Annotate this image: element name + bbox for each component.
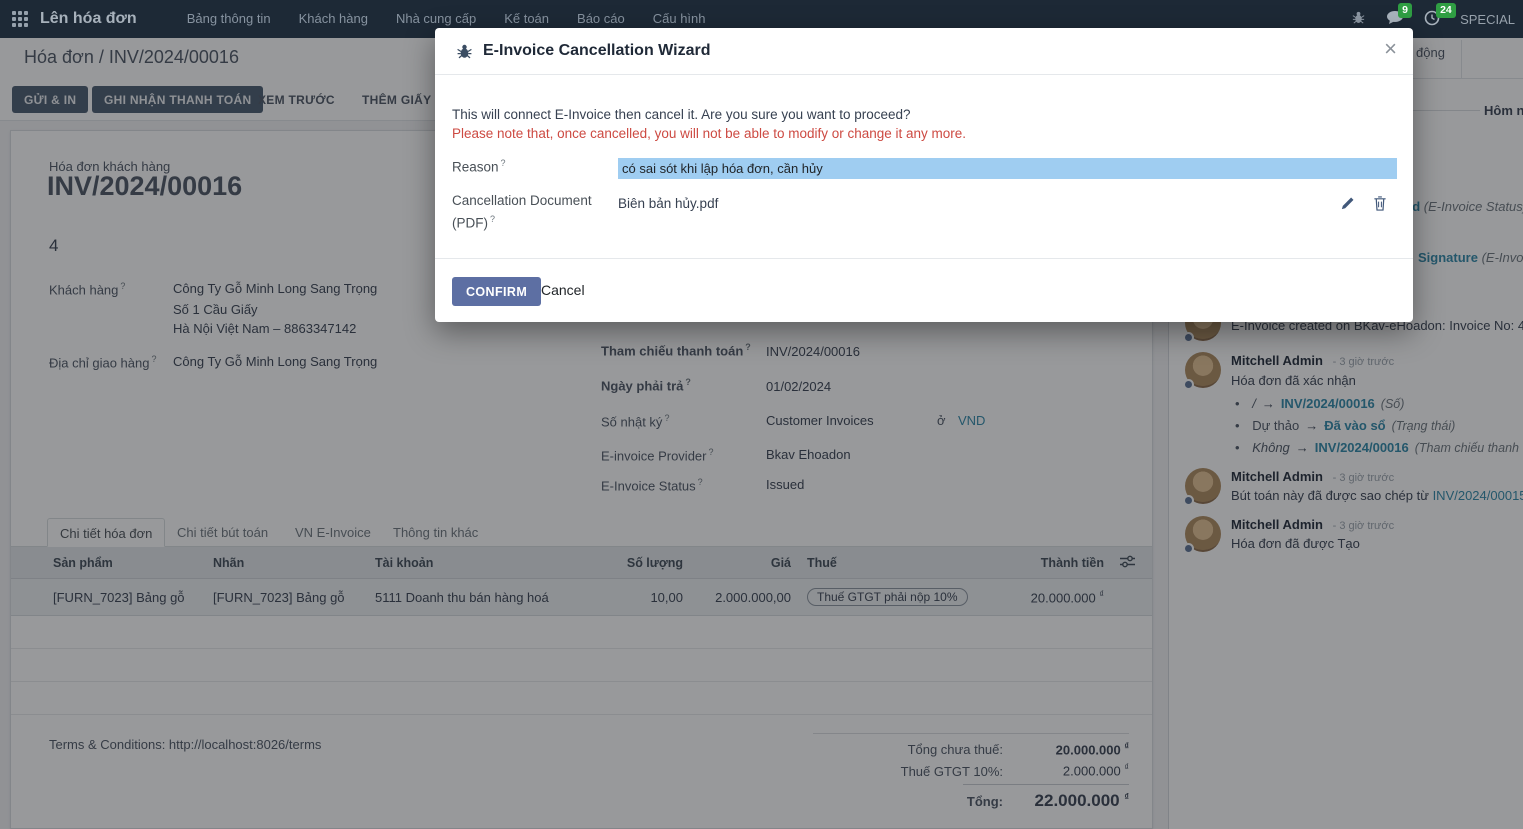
cancellation-document-value[interactable]: Biên bản hủy.pdf xyxy=(618,196,718,211)
modal-warning: Please note that, once cancelled, you wi… xyxy=(452,126,966,141)
confirm-button[interactable]: CONFIRM xyxy=(452,277,541,306)
activities-badge: 24 xyxy=(1436,3,1456,18)
debug-icon[interactable] xyxy=(1351,10,1366,28)
reason-label: Reason xyxy=(452,158,506,175)
user-menu[interactable]: SPECIAL xyxy=(1460,12,1515,27)
edit-icon[interactable] xyxy=(1340,196,1355,214)
trash-icon[interactable] xyxy=(1373,196,1387,214)
reason-field[interactable]: có sai sót khi lập hóa đơn, cần hủy xyxy=(618,158,1397,179)
app-name[interactable]: Lên hóa đơn xyxy=(40,10,137,28)
apps-grid-icon[interactable] xyxy=(12,11,28,27)
cancel-button[interactable]: Cancel xyxy=(541,282,585,298)
cancellation-document-label: Cancellation Document (PDF) xyxy=(452,191,610,233)
modal-message: This will connect E-Invoice then cancel … xyxy=(452,107,911,122)
bug-icon xyxy=(456,43,473,63)
modal-title: E-Invoice Cancellation Wizard xyxy=(483,42,710,60)
close-icon[interactable]: × xyxy=(1384,36,1397,62)
activities-button[interactable]: 24 xyxy=(1424,10,1440,29)
messages-button[interactable]: 9 xyxy=(1386,10,1404,28)
modal-header: E-Invoice Cancellation Wizard × xyxy=(435,28,1413,75)
messages-badge: 9 xyxy=(1398,3,1412,18)
nav-menu-dashboard[interactable]: Bảng thông tin xyxy=(173,0,285,38)
nav-menu-customers[interactable]: Khách hàng xyxy=(285,0,382,38)
einvoice-cancellation-modal: E-Invoice Cancellation Wizard × This wil… xyxy=(435,28,1413,322)
screen: Lên hóa đơn Bảng thông tin Khách hàng Nh… xyxy=(0,0,1523,829)
